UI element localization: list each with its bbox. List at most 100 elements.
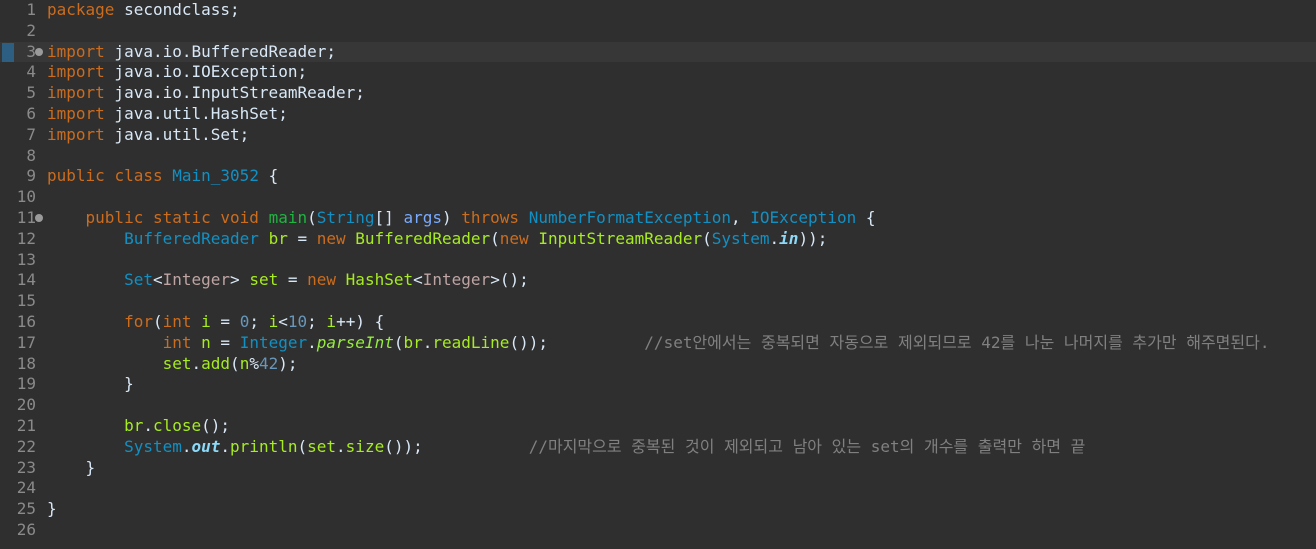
code-token: < [278, 311, 288, 331]
code-token: ( [490, 228, 500, 248]
code-token: public [85, 207, 144, 227]
line-number: 6 [26, 103, 36, 123]
code-editor[interactable]: 1 package secondclass; 2 3 import java.io.Bu… [0, 0, 1316, 549]
code-token: 42 [258, 353, 279, 373]
line-number: 5 [26, 83, 36, 103]
code-token: 0 [239, 311, 250, 331]
code-token: import [47, 83, 105, 103]
code-line[interactable]: 2 [0, 21, 1316, 42]
code-line[interactable]: 3 import java.io.BufferedReader; [0, 41, 1316, 63]
code-token: void [220, 207, 259, 227]
code-token: Main_3052 [172, 166, 259, 186]
code-line[interactable]: 13 [0, 250, 1316, 271]
code-line[interactable]: 21 br.close(); [0, 416, 1316, 437]
code-line[interactable]: 10 [0, 187, 1316, 208]
code-token: java.io.BufferedReader; [104, 41, 336, 61]
code-text: import java.io.BufferedReader; [47, 42, 336, 63]
code-text: package secondclass; [47, 0, 240, 21]
code-line[interactable]: 20 [0, 395, 1316, 416]
code-text: for(int i = 0; i<10; i++) { [47, 312, 384, 333]
code-text: set.add(n%42); [47, 354, 298, 375]
code-token: ()); [384, 436, 529, 456]
code-text: System.out.println(set.size()); //마지막으로 … [47, 437, 1085, 458]
code-comment: //마지막으로 중복된 것이 제외되고 남아 있는 set의 개수를 출력만 하… [528, 436, 1086, 456]
code-line[interactable]: 12 BufferedReader br = new BufferedReade… [0, 229, 1316, 250]
line-number: 8 [26, 145, 36, 165]
line-number: 1 [26, 0, 36, 19]
line-number: 19 [16, 374, 36, 394]
code-comment: //set안에서는 중복되면 자동으로 제외되므로 42를 나눈 나머지를 추가… [644, 332, 1270, 352]
code-line[interactable]: 4 import java.io.IOException; [0, 62, 1316, 83]
code-token: BufferedReader [355, 228, 491, 248]
code-line[interactable]: 11 public static void main(String[] args… [0, 208, 1316, 229]
code-token: > [230, 270, 250, 290]
code-text: int n = Integer.parseInt(br.readLine());… [47, 332, 1270, 354]
code-token: static [152, 207, 211, 227]
code-token: IOException [750, 207, 857, 227]
code-token: import [47, 62, 105, 82]
code-token: . [422, 332, 433, 352]
code-text: public class Main_3052 { [47, 166, 278, 187]
code-line[interactable]: 19 } [0, 374, 1316, 395]
code-token: java.util.Set; [104, 124, 250, 144]
code-token: Integer [162, 270, 231, 290]
code-token: class [114, 166, 163, 186]
code-token: for [124, 311, 153, 331]
code-token: < [413, 270, 423, 290]
code-line[interactable]: 9 public class Main_3052 { [0, 166, 1316, 187]
code-token: br [268, 228, 288, 248]
code-line[interactable]: 25} [0, 499, 1316, 520]
code-line[interactable]: 7 import java.util.Set; [0, 125, 1316, 146]
code-token: 10 [287, 311, 308, 331]
code-text: } [47, 499, 57, 520]
code-token: import [47, 103, 105, 123]
collapse-marker-icon[interactable] [35, 213, 43, 222]
code-token: close [152, 415, 202, 435]
line-number: 18 [16, 353, 36, 373]
code-token: Integer [422, 270, 491, 290]
code-token: i [268, 311, 279, 331]
code-line[interactable]: 26 [0, 520, 1316, 541]
code-line[interactable]: 14 Set<Integer> set = new HashSet<Intege… [0, 270, 1316, 291]
line-number: 26 [16, 519, 36, 539]
code-line[interactable]: 18 set.add(n%42); [0, 354, 1316, 375]
code-line[interactable]: 22 System.out.println(set.size()); //마지막… [0, 437, 1316, 458]
code-token: ()); [509, 332, 645, 352]
code-line[interactable]: 5 import java.io.InputStreamReader; [0, 83, 1316, 104]
code-token: NumberFormatException [528, 207, 731, 227]
code-token: Set [124, 270, 153, 290]
collapse-marker-icon[interactable] [35, 47, 43, 56]
code-token: , [730, 207, 751, 227]
code-line[interactable]: 6 import java.util.HashSet; [0, 104, 1316, 125]
code-token: } [47, 457, 96, 477]
code-line[interactable]: 23 } [0, 458, 1316, 479]
code-token: int [162, 332, 192, 352]
line-number: 10 [16, 187, 36, 207]
code-line[interactable]: 8 [0, 146, 1316, 167]
code-token: . [181, 436, 192, 456]
code-token: . [336, 436, 346, 456]
code-line[interactable]: 16 for(int i = 0; i<10; i++) { [0, 312, 1316, 333]
code-token: new [499, 228, 529, 248]
code-line[interactable]: 24 [0, 478, 1316, 499]
code-line[interactable]: 15 [0, 291, 1316, 312]
code-line[interactable]: 17 int n = Integer.parseInt(br.readLine(… [0, 333, 1316, 354]
code-token: } [47, 499, 57, 519]
code-token: java.io.IOException; [104, 62, 308, 82]
code-token: secondclass; [114, 0, 240, 19]
code-token: = [210, 332, 240, 352]
code-line[interactable]: 1 package secondclass; [0, 0, 1316, 21]
line-number: 4 [26, 62, 36, 82]
code-token: args [403, 207, 442, 227]
code-token: throws [461, 207, 520, 227]
code-token: ( [307, 207, 317, 227]
code-token: br [124, 415, 144, 435]
